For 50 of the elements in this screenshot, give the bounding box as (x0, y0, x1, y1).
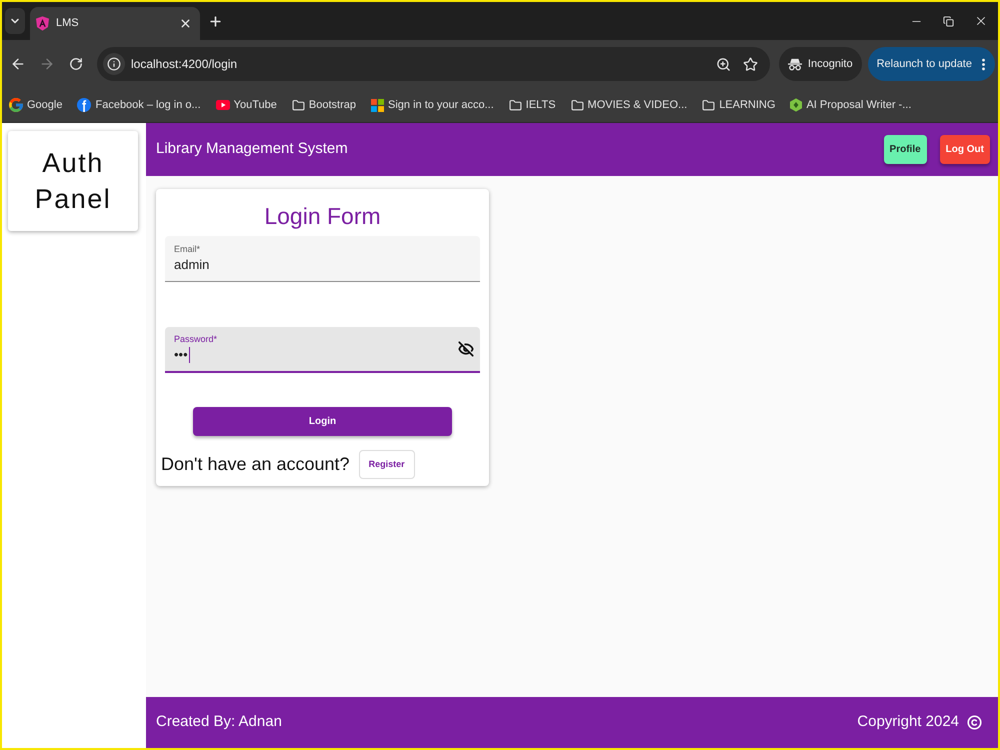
register-prompt: Don't have an account? (161, 453, 350, 476)
relaunch-button[interactable]: Relaunch to update (868, 47, 995, 81)
footer-copyright: Copyright 2024 (857, 712, 959, 732)
hat-glasses-icon (788, 58, 802, 70)
folder-icon (570, 98, 584, 112)
bookmark-item[interactable]: LEARNING (699, 92, 778, 118)
new-tab-icon[interactable] (208, 14, 223, 28)
login-button[interactable]: Login (193, 407, 452, 436)
zoom-icon[interactable] (716, 56, 731, 72)
bookmark-item[interactable]: Bootstrap (288, 92, 359, 118)
hexagon-logo-icon (790, 98, 802, 112)
bookmark-item[interactable]: AI Proposal Writer -... (787, 92, 914, 118)
folder-icon (508, 98, 522, 112)
email-field[interactable]: Email* admin (165, 236, 480, 282)
four-squares-icon (371, 98, 384, 112)
address-bar[interactable]: localhost:4200/login (97, 47, 770, 81)
password-field[interactable]: Password* ••• (165, 327, 480, 373)
form-title: Login Form (264, 202, 381, 231)
profile-button[interactable]: Profile (884, 135, 927, 164)
eye-off-icon[interactable] (458, 341, 474, 357)
copyright-icon (967, 715, 982, 730)
folder-icon (702, 98, 716, 112)
text-cursor (188, 347, 190, 363)
info-icon[interactable] (107, 57, 121, 71)
register-button[interactable]: Register (358, 450, 415, 479)
bookmark-item[interactable]: IELTS (506, 92, 559, 118)
bookmark-item[interactable]: Sign in to your acco... (368, 92, 497, 118)
restore-icon[interactable] (943, 16, 954, 26)
f-logo-icon (77, 98, 92, 112)
back-icon[interactable] (10, 56, 26, 72)
bookmark-item[interactable]: MOVIES & VIDEO... (568, 92, 690, 118)
incognito-chip[interactable]: Incognito (778, 47, 862, 81)
close-icon[interactable] (179, 17, 192, 30)
folder-icon (292, 98, 305, 112)
bookmark-item[interactable]: Google (6, 92, 66, 118)
play-logo-icon (216, 100, 230, 110)
shield-logo-icon (36, 16, 49, 31)
close-icon[interactable] (974, 14, 988, 28)
bookmark-star-icon[interactable] (742, 56, 758, 72)
bookmark-item[interactable]: Facebook – log in o... (74, 92, 204, 118)
tab-search-button[interactable] (5, 8, 25, 34)
logout-button[interactable]: Log Out (940, 135, 990, 164)
browser-tab[interactable]: LMS (30, 7, 200, 40)
app-title: Library Management System (156, 139, 349, 160)
bookmark-item[interactable]: YouTube (212, 92, 280, 118)
footer-credit: Created By: Adnan (156, 712, 283, 732)
url-text: localhost:4200/login (131, 56, 238, 73)
g-logo-icon (9, 98, 23, 112)
auth-panel-title: Auth Panel (34, 147, 112, 216)
reload-icon[interactable] (69, 57, 83, 71)
